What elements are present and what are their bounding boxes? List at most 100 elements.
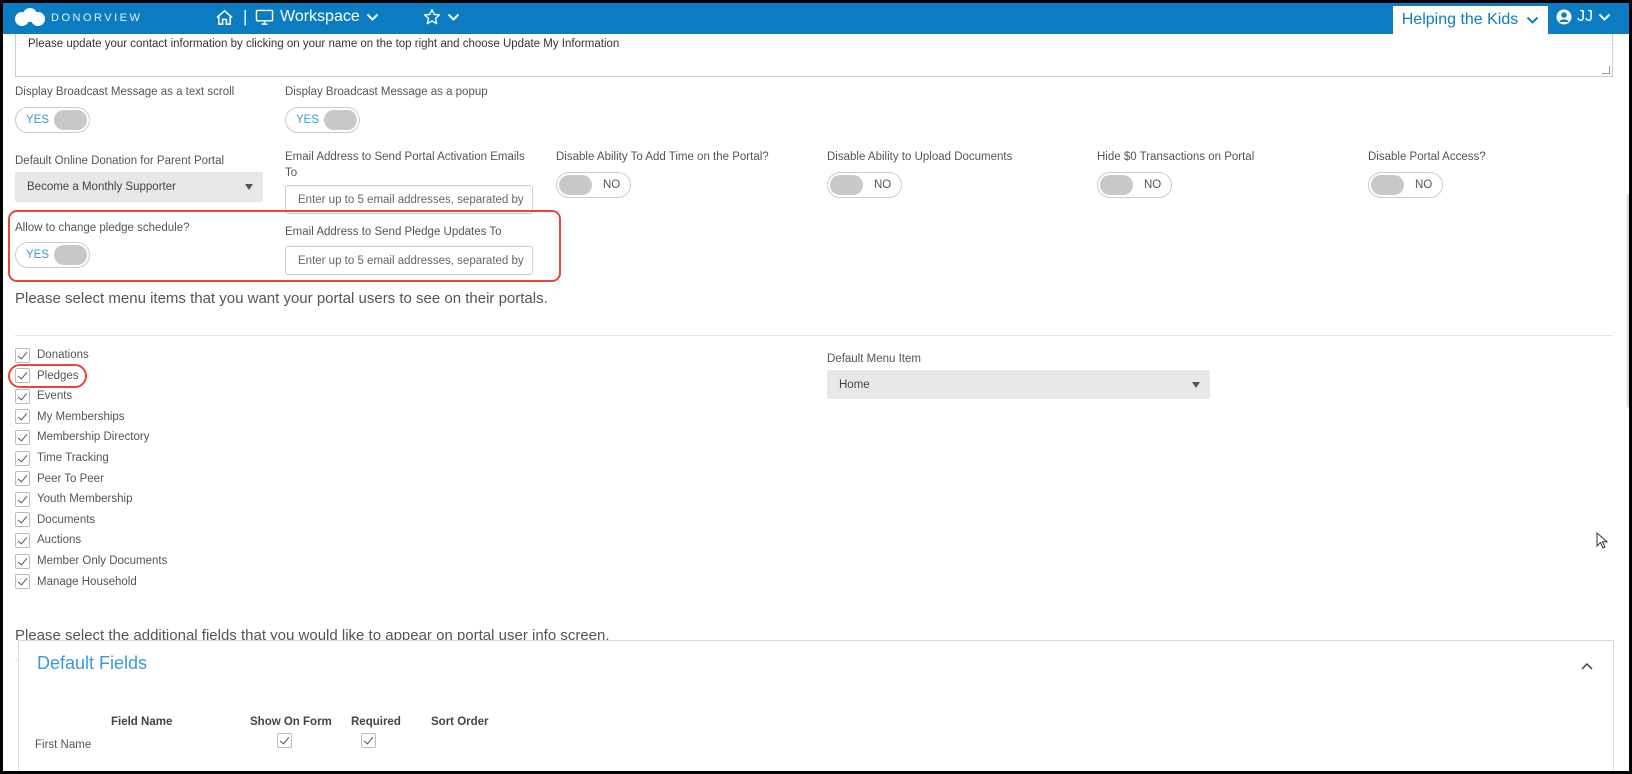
pledge-schedule-toggle[interactable]: YES [15,242,90,268]
star-icon [423,8,441,25]
menu-item-row[interactable]: Donations [15,347,89,363]
column-header: Field Name [111,716,173,728]
user-initials: JJ [1577,8,1593,25]
disable-add-time-toggle[interactable]: NO [556,172,631,198]
checkbox[interactable] [15,471,30,487]
popup-toggle[interactable]: YES [285,107,360,133]
toggle-state: NO [603,179,621,191]
text-scroll-toggle[interactable]: YES [15,107,90,133]
menu-item-row[interactable]: Peer To Peer [15,471,104,487]
default-donation-select[interactable]: Become a Monthly Supporter [15,172,263,202]
toggle-state: NO [874,179,892,191]
menu-item-row[interactable]: My Memberships [15,409,125,425]
favorites-menu[interactable] [423,8,460,26]
toggle-state: YES [26,114,50,126]
toggle-state: NO [1144,179,1162,191]
toggle-knob [54,245,87,265]
broadcast-message-text: Please update your contact information b… [28,38,620,50]
divider [15,335,1613,336]
default-menu-select[interactable]: Home [827,370,1210,399]
toggle-knob [559,175,592,195]
menu-item-row[interactable]: Pledges [15,368,79,384]
workspace-label: Workspace [280,8,360,25]
chevron-down-icon [1598,13,1611,21]
menu-item-label: Documents [37,513,96,526]
org-label: Helping the Kids [1401,11,1519,28]
checkbox[interactable] [15,429,30,445]
checkbox[interactable] [15,553,30,569]
toggle-knob [1100,175,1133,195]
checkbox[interactable] [15,450,30,466]
checkbox[interactable] [15,347,30,363]
menu-item-row[interactable]: Membership Directory [15,429,149,445]
checkbox[interactable] [15,409,30,425]
nav-separator: | [243,7,248,26]
panel-title: Default Fields [37,653,148,673]
mouse-cursor-icon [1596,531,1609,555]
menu-item-row[interactable]: Time Tracking [15,450,109,466]
chevron-down-icon [447,13,460,21]
checkbox[interactable] [15,388,30,404]
hide-zero-toggle[interactable]: NO [1097,172,1172,198]
menu-item-label: Donations [37,349,89,361]
default-menu-label: Default Menu Item [827,353,921,365]
home-icon[interactable] [215,8,234,32]
show-on-form-checkbox[interactable] [277,733,292,748]
toggle-knob [830,175,863,195]
donorview-logo-icon [15,8,45,28]
menu-item-label: Member Only Documents [37,555,168,567]
column-header: Show On Form [250,716,332,728]
pledge-schedule-label: Allow to change pledge schedule? [15,222,190,234]
toggle-knob [324,110,357,130]
menu-item-row[interactable]: Auctions [15,532,81,548]
disable-access-label: Disable Portal Access? [1368,151,1486,163]
activation-email-label: Email Address to Send Portal Activation … [285,151,525,179]
top-nav: DONORVIEW | Workspace Helping the Kids J… [3,3,1629,34]
required-checkbox[interactable] [361,733,376,748]
checkbox[interactable] [15,368,30,384]
menu-item-label: Events [37,390,73,403]
chevron-down-icon [366,13,378,21]
checkbox[interactable] [15,532,30,548]
vertical-scrollbar[interactable] [1627,193,1629,408]
menu-item-row[interactable]: Member Only Documents [15,553,167,569]
menu-item-row[interactable]: Documents [15,512,95,528]
activation-email-placeholder: Enter up to 5 email addresses, separated… [298,193,524,206]
workspace-menu[interactable]: Workspace [255,8,379,26]
logo[interactable]: DONORVIEW [15,8,142,28]
menu-item-label: Pledges [37,369,79,382]
menu-item-label: My Memberships [37,410,125,423]
menu-item-row[interactable]: Manage Household [15,574,137,590]
menu-item-label: Auctions [37,534,82,547]
organization-selector[interactable]: Helping the Kids [1393,3,1548,34]
resize-grip-icon[interactable] [1602,66,1610,74]
menu-item-label: Youth Membership [37,493,133,506]
disable-upload-toggle[interactable]: NO [827,172,902,198]
toggle-knob [1371,175,1404,195]
toggle-state: NO [1415,179,1433,191]
user-menu[interactable]: JJ [1556,8,1611,26]
user-circle-icon [1556,9,1572,25]
toggle-state: YES [296,114,320,126]
disable-add-time-label: Disable Ability To Add Time on the Porta… [556,151,769,163]
menu-item-label: Peer To Peer [37,472,104,485]
field-name-cell: First Name [35,739,92,751]
menu-item-row[interactable]: Events [15,388,72,404]
monitor-icon [255,9,274,25]
checkbox[interactable] [15,574,30,590]
default-fields-panel: Default Fields Field Name Show On Form R… [18,640,1614,771]
toggle-knob [54,110,87,130]
default-menu-value: Home [839,378,870,391]
app-window: DONORVIEW | Workspace Helping the Kids J… [0,0,1632,774]
broadcast-message-textarea[interactable]: Please update your contact information b… [15,34,1613,77]
default-donation-value: Become a Monthly Supporter [27,181,176,193]
toggle-state: YES [26,249,50,261]
pledge-email-label: Email Address to Send Pledge Updates To [285,226,502,238]
disable-access-toggle[interactable]: NO [1368,172,1443,198]
menu-item-label: Membership Directory [37,431,150,444]
checkbox[interactable] [15,491,30,507]
menu-item-row[interactable]: Youth Membership [15,491,132,507]
chevron-up-icon[interactable] [1581,657,1593,675]
pledge-email-input[interactable]: Enter up to 5 email addresses, separated… [285,246,533,275]
checkbox[interactable] [15,512,30,528]
